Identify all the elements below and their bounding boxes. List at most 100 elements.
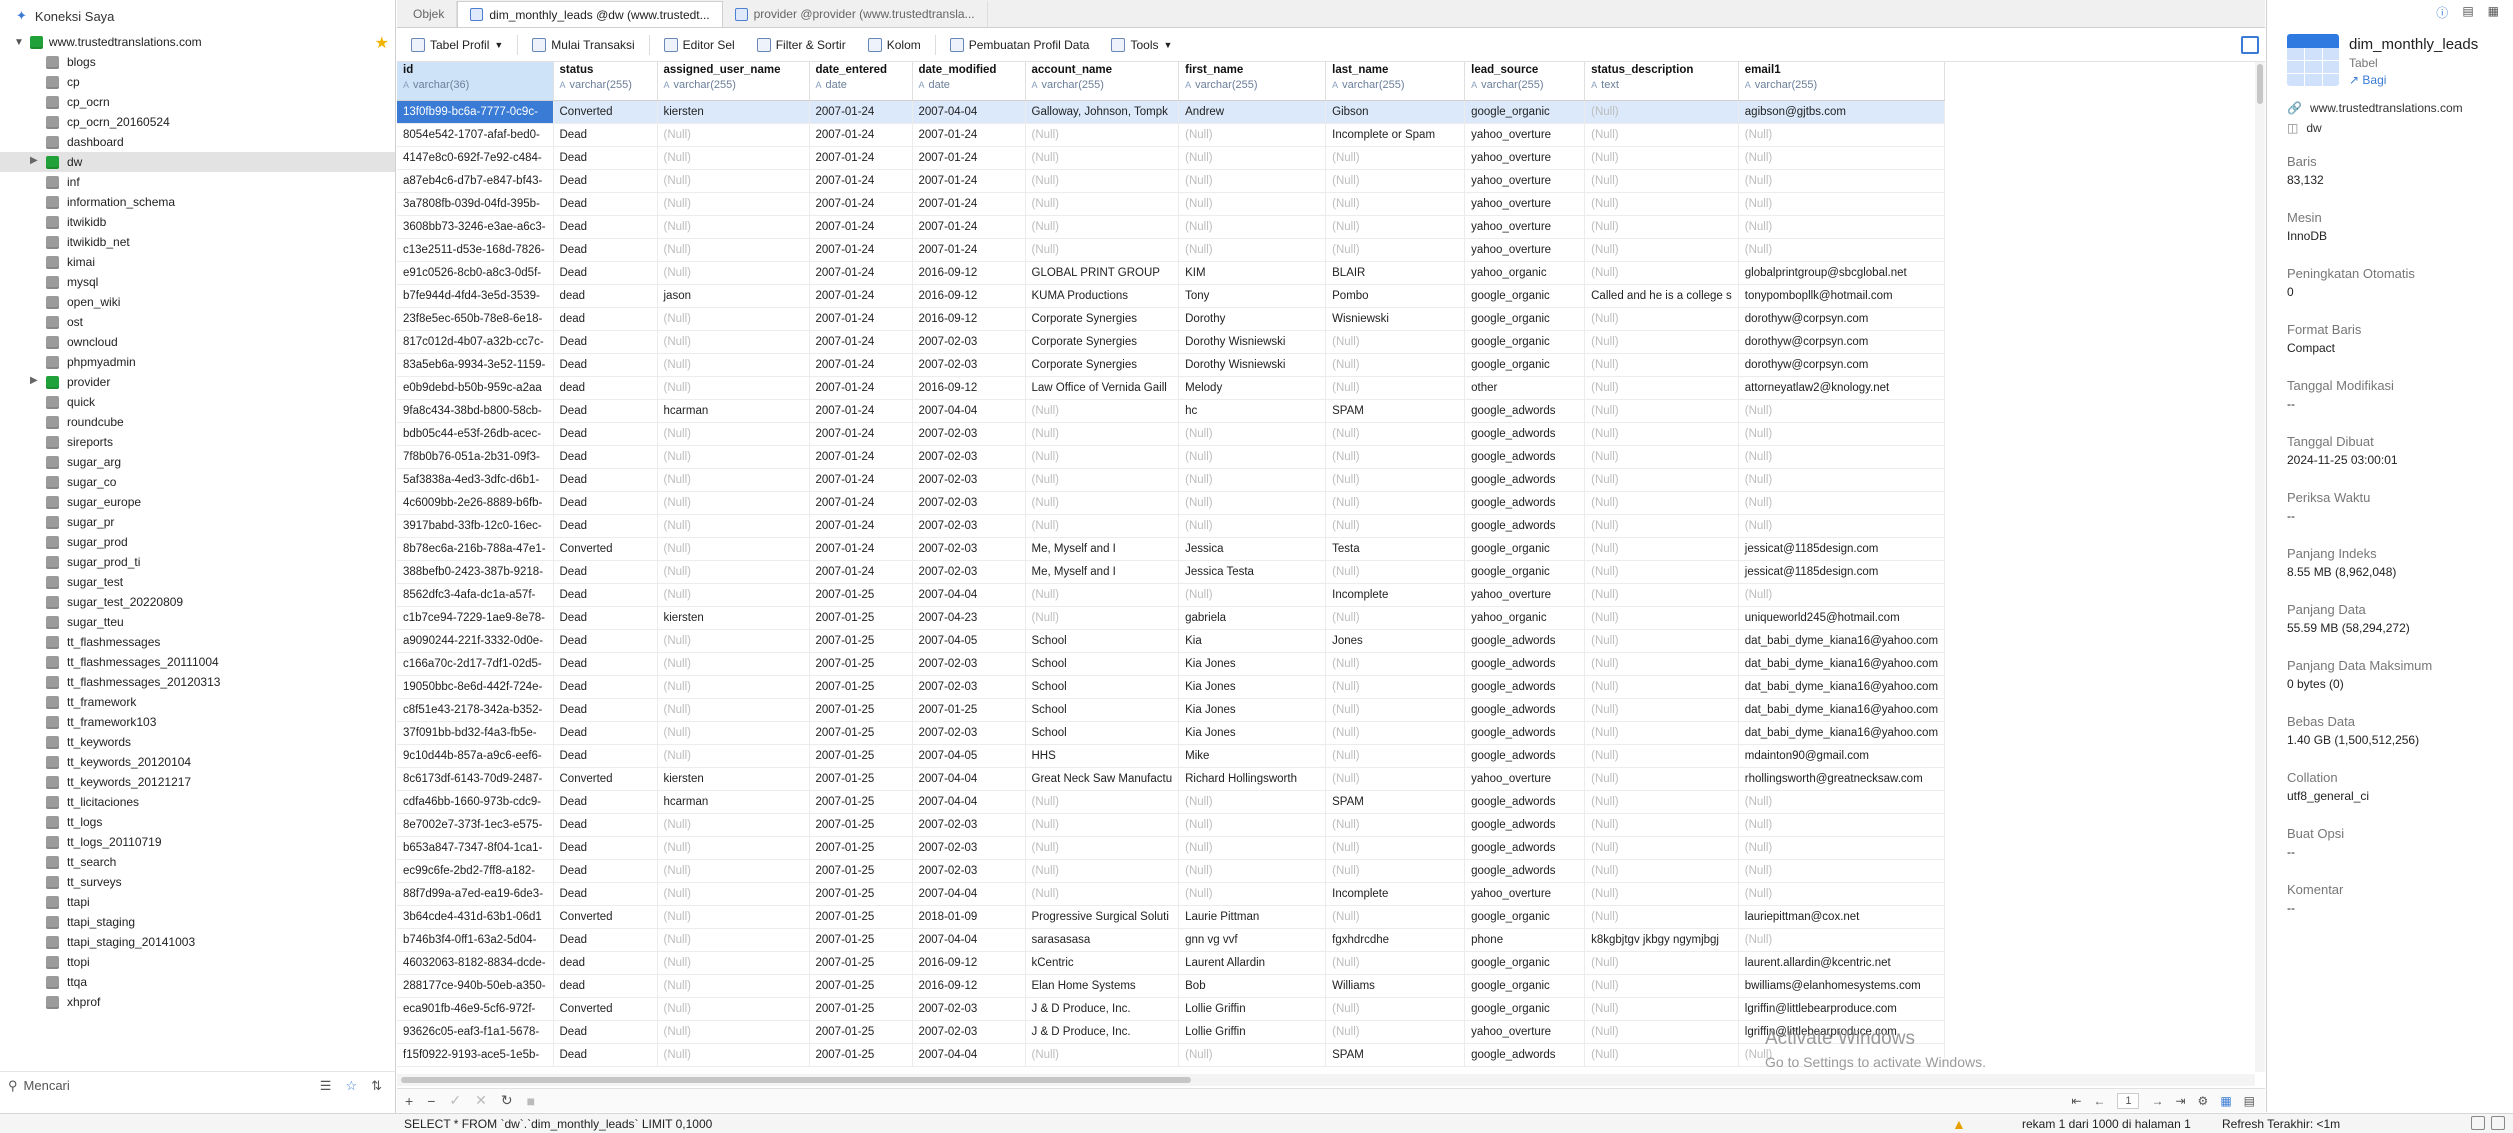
table-cell[interactable]: 2007-04-04 <box>912 399 1026 423</box>
database-item[interactable]: sugar_prod_ti <box>0 552 395 572</box>
table-cell[interactable]: google_organic <box>1464 951 1586 975</box>
table-cell[interactable]: (Null) <box>657 445 810 469</box>
table-row[interactable]: 3608bb73-3246-e3ae-a6c3- Dead (Null) 2007-0… <box>397 215 1946 239</box>
table-cell[interactable]: google_organic <box>1464 974 1586 998</box>
table-cell[interactable]: yahoo_overture <box>1464 146 1586 170</box>
table-cell[interactable]: (Null) <box>1584 399 1739 423</box>
table-cell[interactable]: sarasasasa <box>1025 928 1180 952</box>
table-cell[interactable]: (Null) <box>1178 192 1327 216</box>
table-cell[interactable]: 817c012d-4b07-a32b-cc7c- <box>397 330 554 354</box>
table-cell[interactable]: Dead <box>553 583 658 607</box>
table-cell[interactable]: 2016-09-12 <box>912 307 1026 331</box>
horizontal-scrollbar[interactable] <box>397 1074 2255 1086</box>
table-cell[interactable]: 2007-01-25 <box>809 583 913 607</box>
table-row[interactable]: 37f091bb-bd32-f4a3-fb5e- Dead (Null) 2007-0… <box>397 721 1946 745</box>
table-cell[interactable]: jason <box>657 284 810 308</box>
table-cell[interactable]: 2007-01-24 <box>912 123 1026 147</box>
table-cell[interactable]: yahoo_overture <box>1464 123 1586 147</box>
column-header-last-name[interactable]: last_name varchar(255) <box>1325 62 1466 101</box>
table-cell[interactable]: (Null) <box>657 859 810 883</box>
table-cell[interactable]: (Null) <box>1738 491 1946 515</box>
database-item[interactable]: inf <box>0 172 395 192</box>
database-item[interactable]: sugar_europe <box>0 492 395 512</box>
database-item[interactable]: tt_licitaciones <box>0 792 395 812</box>
database-item[interactable]: tt_search <box>0 852 395 872</box>
table-cell[interactable]: (Null) <box>1178 836 1327 860</box>
table-cell[interactable]: Dead <box>553 468 658 492</box>
table-cell[interactable]: 2007-01-25 <box>809 721 913 745</box>
table-row[interactable]: a9090244-221f-3332-0d0e- Dead (Null) 2007-0… <box>397 629 1946 653</box>
table-cell[interactable]: (Null) <box>1584 583 1739 607</box>
grid-view-icon[interactable]: ▦ <box>2220 1094 2231 1108</box>
database-item[interactable]: tt_framework103 <box>0 712 395 732</box>
table-cell[interactable]: (Null) <box>657 146 810 170</box>
table-cell[interactable]: (Null) <box>657 422 810 446</box>
table-cell[interactable]: 2007-01-25 <box>809 606 913 630</box>
table-cell[interactable]: 7f8b0b76-051a-2b31-09f3- <box>397 445 554 469</box>
table-cell[interactable]: (Null) <box>1584 698 1739 722</box>
table-cell[interactable]: (Null) <box>657 744 810 768</box>
table-row[interactable]: 13f0fb99-bc6a-7777-0c9c- Converted kierste… <box>397 100 1946 124</box>
table-cell[interactable]: (Null) <box>657 491 810 515</box>
table-cell[interactable]: 2007-01-24 <box>809 376 913 400</box>
table-cell[interactable]: jessicat@1185design.com <box>1738 537 1946 561</box>
table-cell[interactable]: Dead <box>553 606 658 630</box>
discard-icon[interactable]: ✕ <box>475 1092 487 1109</box>
table-row[interactable]: 88f7d99a-a7ed-ea19-6de3- Dead (Null) 2007-0… <box>397 882 1946 906</box>
table-cell[interactable]: Converted <box>553 537 658 561</box>
table-cell[interactable]: Dead <box>553 744 658 768</box>
table-cell[interactable]: 5af3838a-4ed3-3dfc-d6b1- <box>397 468 554 492</box>
share-link[interactable]: ↗ Bagi <box>2349 73 2478 87</box>
table-row[interactable]: ec99c6fe-2bd2-7ff8-a182- Dead (Null) 2007-0… <box>397 859 1946 883</box>
table-cell[interactable]: 2007-01-24 <box>912 146 1026 170</box>
table-cell[interactable]: google_organic <box>1464 353 1586 377</box>
table-cell[interactable]: KIM <box>1178 261 1327 285</box>
table-cell[interactable]: 2007-01-24 <box>912 215 1026 239</box>
table-cell[interactable]: (Null) <box>1325 169 1466 193</box>
column-header-status-description[interactable]: status_descriptiontext <box>1584 62 1739 101</box>
table-cell[interactable]: (Null) <box>1325 859 1466 883</box>
table-cell[interactable]: (Null) <box>1584 238 1739 262</box>
table-cell[interactable]: (Null) <box>1325 514 1466 538</box>
table-cell[interactable]: 2007-02-03 <box>912 836 1026 860</box>
table-cell[interactable]: 2007-01-25 <box>809 813 913 837</box>
table-cell[interactable]: (Null) <box>1584 376 1739 400</box>
table-cell[interactable]: (Null) <box>1738 399 1946 423</box>
table-row[interactable]: 8b78ec6a-216b-788a-47e1- Converted (Null) 2… <box>397 537 1946 561</box>
table-cell[interactable]: (Null) <box>1584 261 1739 285</box>
table-cell[interactable]: Dead <box>553 698 658 722</box>
table-row[interactable]: 288177ce-940b-50eb-a350- dead (Null) 2007-0… <box>397 974 1946 998</box>
column-header-date-entered[interactable]: date_entereddate <box>809 62 913 101</box>
database-item[interactable]: sugar_arg <box>0 452 395 472</box>
table-cell[interactable]: (Null) <box>1178 422 1327 446</box>
table-cell[interactable]: k8kgbjtgv jkbgy ngymjbgj <box>1584 928 1739 952</box>
table-cell[interactable]: 2007-01-24 <box>809 146 913 170</box>
table-cell[interactable]: Richard Hollingsworth <box>1178 767 1327 791</box>
table-cell[interactable]: Jessica Testa <box>1178 560 1327 584</box>
table-cell[interactable]: (Null) <box>1325 468 1466 492</box>
table-cell[interactable]: Converted <box>553 100 658 124</box>
table-cell[interactable]: Dead <box>553 675 658 699</box>
table-cell[interactable]: 2007-04-04 <box>912 882 1026 906</box>
table-cell[interactable]: (Null) <box>1584 652 1739 676</box>
table-cell[interactable]: (Null) <box>1325 951 1466 975</box>
table-cell[interactable]: (Null) <box>1584 997 1739 1021</box>
table-cell[interactable]: other <box>1464 376 1586 400</box>
table-cell[interactable]: Testa <box>1325 537 1466 561</box>
table-cell[interactable]: ec99c6fe-2bd2-7ff8-a182- <box>397 859 554 883</box>
table-cell[interactable]: 2007-01-24 <box>809 100 913 124</box>
table-cell[interactable]: dat_babi_dyme_kiana16@yahoo.com <box>1738 675 1946 699</box>
table-row[interactable]: 8562dfc3-4afa-dc1a-a57f- Dead (Null) 2007-0… <box>397 583 1946 607</box>
database-item[interactable]: tt_logs_20110719 <box>0 832 395 852</box>
table-cell[interactable]: Dead <box>553 629 658 653</box>
table-cell[interactable]: (Null) <box>1584 951 1739 975</box>
table-cell[interactable]: (Null) <box>1025 468 1180 492</box>
table-cell[interactable]: (Null) <box>1584 169 1739 193</box>
table-cell[interactable]: (Null) <box>1325 353 1466 377</box>
table-cell[interactable]: (Null) <box>657 997 810 1021</box>
table-cell[interactable]: (Null) <box>1584 629 1739 653</box>
table-cell[interactable]: b746b3f4-0ff1-63a2-5d04- <box>397 928 554 952</box>
table-cell[interactable]: Dead <box>553 215 658 239</box>
table-cell[interactable]: 2007-01-24 <box>809 422 913 446</box>
table-cell[interactable]: 2007-02-03 <box>912 721 1026 745</box>
